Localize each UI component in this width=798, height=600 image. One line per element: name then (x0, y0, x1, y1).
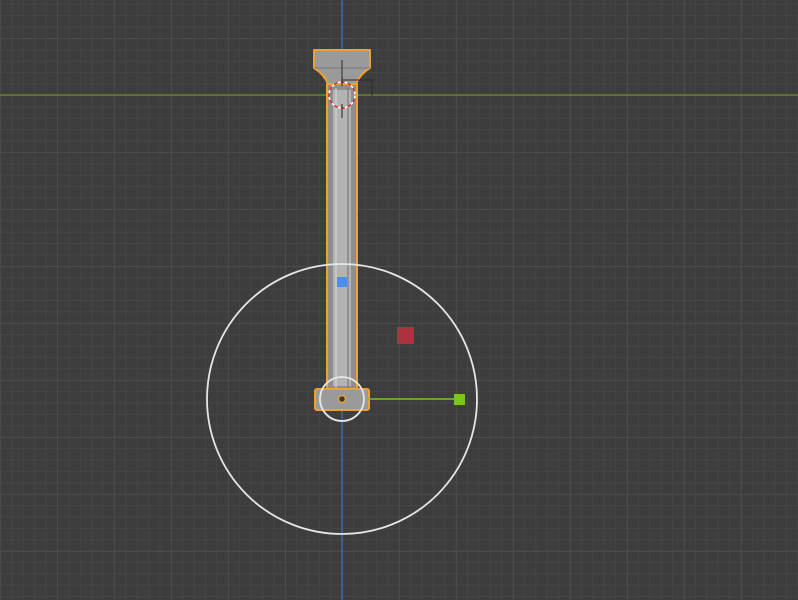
gizmo-z-handle[interactable] (337, 277, 347, 287)
object-origin-icon (337, 394, 347, 404)
gizmo-plane-handle[interactable] (397, 327, 414, 344)
viewport-scene (0, 0, 798, 600)
gizmo-x-handle[interactable] (454, 394, 465, 405)
3d-viewport[interactable] (0, 0, 798, 600)
